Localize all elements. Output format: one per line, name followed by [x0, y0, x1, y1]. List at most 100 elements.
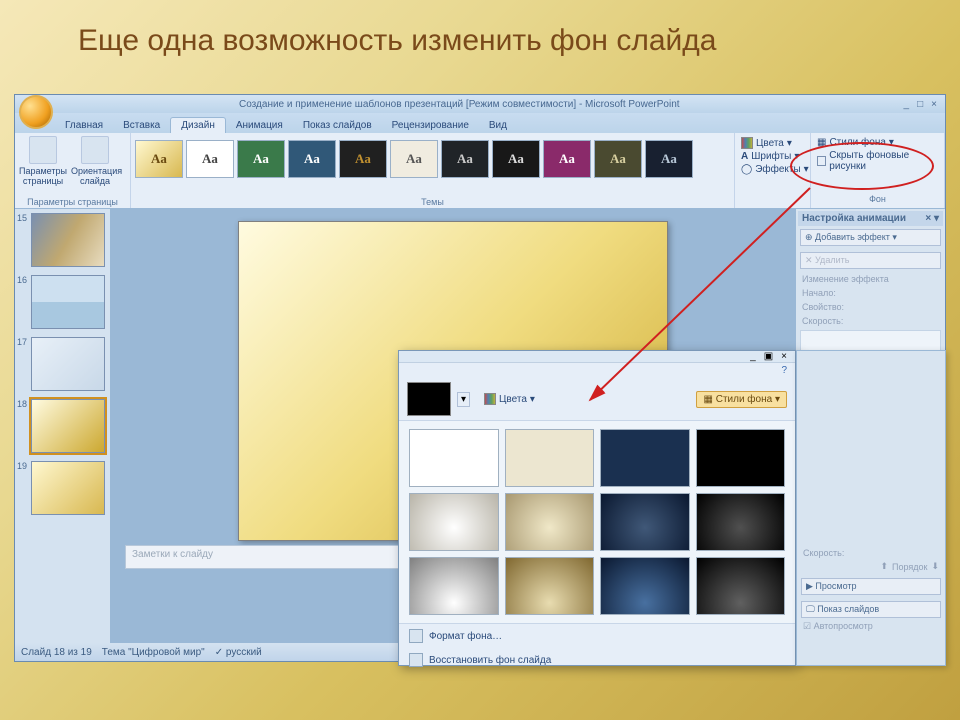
presentation-slide-title: Еще одна возможность изменить фон слайда: [0, 0, 960, 58]
btn-remove-effect: ✕ Удалить: [800, 252, 941, 269]
group-themes: Aa Aa Aa Aa Aa Aa Aa Aa Aa Aa Aa Темы: [131, 133, 735, 208]
group-title-themes: Темы: [135, 197, 730, 208]
bg-style-6[interactable]: [505, 493, 595, 551]
bg-style-2[interactable]: [505, 429, 595, 487]
maximize-icon[interactable]: □: [913, 99, 927, 110]
group-theme-options: Цвета ▾ AШрифты ▾ ◯Эффекты ▾: [735, 133, 811, 208]
popup-menu: Формат фона… Восстановить фон слайда: [399, 623, 795, 672]
close-icon[interactable]: ×: [927, 99, 941, 110]
popup-btn-bgstyles[interactable]: ▦ Стили фона ▾: [696, 391, 787, 408]
effects-icon: ◯: [741, 164, 752, 175]
theme-thumb[interactable]: Aa: [288, 140, 336, 178]
thumb-15[interactable]: 15: [19, 213, 106, 267]
anim-section-label: Изменение эффекта: [802, 274, 939, 284]
theme-thumb[interactable]: Aa: [441, 140, 489, 178]
bg-style-1[interactable]: [409, 429, 499, 487]
tab-review[interactable]: Рецензирование: [382, 118, 479, 133]
btn-bg-styles[interactable]: ▦Стили фона ▾: [817, 136, 938, 149]
fonts-icon: A: [741, 151, 748, 162]
btn-page-setup[interactable]: Параметры страницы: [19, 136, 67, 186]
btn-effects[interactable]: ◯Эффекты ▾: [741, 163, 804, 176]
theme-thumb[interactable]: Aa: [237, 140, 285, 178]
page-setup-icon: [29, 136, 57, 164]
popup-btn-colors[interactable]: Цвета ▾: [480, 392, 539, 406]
thumb-19[interactable]: 19: [19, 461, 106, 515]
popup-min-icon[interactable]: _: [750, 351, 756, 362]
bg-style-11[interactable]: [600, 557, 690, 615]
mini-play[interactable]: ▶ Просмотр: [801, 578, 941, 595]
bg-style-grid: [399, 421, 795, 623]
bg-style-10[interactable]: [505, 557, 595, 615]
tab-view[interactable]: Вид: [479, 118, 517, 133]
orientation-icon: [81, 136, 109, 164]
status-lang[interactable]: ✓ русский: [215, 647, 262, 658]
theme-thumb[interactable]: Aa: [339, 140, 387, 178]
group-title-page: Параметры страницы: [19, 197, 126, 208]
bg-style-3[interactable]: [600, 429, 690, 487]
popup-toolbar: ▾ Цвета ▾ ▦ Стили фона ▾: [399, 378, 795, 421]
popup-close-icon[interactable]: ×: [781, 351, 787, 362]
bg-styles-popup: _ ▣ × ? ▾ Цвета ▾ ▦ Стили фона ▾ Формат …: [398, 350, 796, 666]
anim-header: Настройка анимации × ▾: [798, 211, 943, 226]
thumb-17[interactable]: 17: [19, 337, 106, 391]
theme-thumb[interactable]: Aa: [543, 140, 591, 178]
menu-restore-bg[interactable]: Восстановить фон слайда: [399, 648, 795, 672]
restore-bg-icon: [409, 653, 423, 667]
tab-insert[interactable]: Вставка: [113, 118, 170, 133]
colors-icon: [484, 393, 496, 405]
group-page-setup: Параметры страницы Ориентация слайда Пар…: [15, 133, 131, 208]
bg-style-9[interactable]: [409, 557, 499, 615]
theme-thumb[interactable]: Aa: [594, 140, 642, 178]
mini-reorder: ⬆ Порядок ⬇: [803, 561, 939, 572]
tab-design[interactable]: Дизайн: [170, 117, 226, 133]
btn-fonts[interactable]: AШрифты ▾: [741, 150, 804, 163]
bg-style-5[interactable]: [409, 493, 499, 551]
group-title-bg: Фон: [817, 194, 938, 205]
anim-close-icon[interactable]: × ▾: [925, 213, 939, 224]
mini-auto[interactable]: ☑ Автопросмотр: [803, 621, 939, 632]
theme-thumb[interactable]: Aa: [390, 140, 438, 178]
colors-icon: [741, 137, 753, 149]
menu-format-bg[interactable]: Формат фона…: [399, 624, 795, 648]
mini-speed: Скорость:: [803, 548, 939, 558]
btn-slide-orientation[interactable]: Ориентация слайда: [71, 136, 119, 186]
thumb-16[interactable]: 16: [19, 275, 106, 329]
gallery-more-icon[interactable]: ▾: [457, 392, 470, 407]
ribbon: Параметры страницы Ориентация слайда Пар…: [15, 133, 945, 209]
status-slide-count: Слайд 18 из 19: [21, 647, 92, 658]
btn-colors[interactable]: Цвета ▾: [741, 136, 804, 150]
anim-pane-overlay: Скорость: ⬆ Порядок ⬇ ▶ Просмотр 🖵 Показ…: [796, 350, 946, 666]
format-bg-icon: [409, 629, 423, 643]
theme-thumb[interactable]: Aa: [186, 140, 234, 178]
window-title: Создание и применение шаблонов презентац…: [19, 99, 900, 110]
tab-home[interactable]: Главная: [55, 118, 113, 133]
popup-titlebar: _ ▣ ×: [399, 351, 795, 363]
tab-animation[interactable]: Анимация: [226, 118, 293, 133]
anim-property: Свойство:: [802, 302, 939, 312]
popup-max-icon[interactable]: ▣: [764, 351, 773, 362]
popup-theme-thumb[interactable]: [407, 382, 451, 416]
bg-style-12[interactable]: [696, 557, 786, 615]
group-background: ▦Стили фона ▾ Скрыть фоновые рисунки Фон: [811, 133, 945, 208]
office-button[interactable]: [19, 95, 53, 129]
anim-speed: Скорость:: [802, 316, 939, 326]
theme-thumb[interactable]: Aa: [135, 140, 183, 178]
popup-help-icon[interactable]: ?: [781, 365, 787, 376]
minimize-icon[interactable]: _: [900, 99, 914, 110]
theme-thumb[interactable]: Aa: [492, 140, 540, 178]
bg-style-8[interactable]: [696, 493, 786, 551]
slide-thumbnails[interactable]: 15 16 17 18 19: [15, 209, 111, 643]
mini-show[interactable]: 🖵 Показ слайдов: [801, 601, 941, 618]
chk-hide-bg-graphics[interactable]: Скрыть фоновые рисунки: [817, 149, 938, 173]
checkbox-icon: [817, 156, 826, 166]
bgstyles-icon: ▦: [817, 137, 826, 148]
bg-style-7[interactable]: [600, 493, 690, 551]
theme-thumb[interactable]: Aa: [645, 140, 693, 178]
thumb-18[interactable]: 18: [19, 399, 106, 453]
status-theme: Тема "Цифровой мир": [102, 647, 205, 658]
tab-slideshow[interactable]: Показ слайдов: [293, 118, 382, 133]
theme-gallery[interactable]: Aa Aa Aa Aa Aa Aa Aa Aa Aa Aa Aa: [135, 136, 695, 178]
anim-start: Начало:: [802, 288, 939, 298]
bg-style-4[interactable]: [696, 429, 786, 487]
btn-add-effect[interactable]: ⊕ Добавить эффект ▾: [800, 229, 941, 246]
